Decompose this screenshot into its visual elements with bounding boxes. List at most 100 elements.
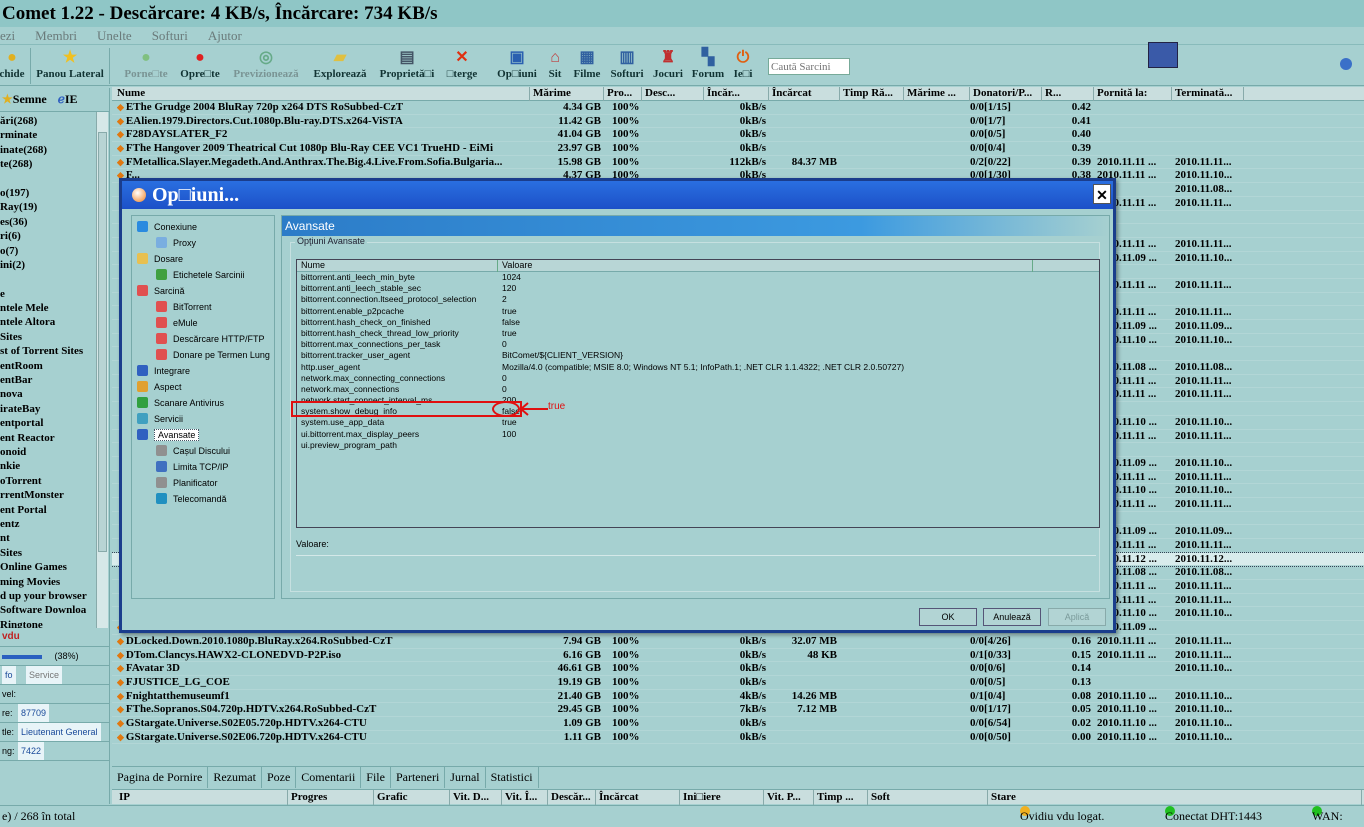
table-row[interactable]: FJUSTICE_LG_COE 19.19 GB 100% 0kB/s 0/0[0/5]… bbox=[112, 676, 1364, 690]
movies-button[interactable]: ▦ Filme bbox=[570, 48, 604, 84]
bottom-tab[interactable]: Parteneri bbox=[391, 767, 446, 788]
ok-button[interactable]: OK bbox=[919, 608, 977, 626]
tree-item[interactable]: Aspect bbox=[132, 379, 274, 395]
value-field[interactable] bbox=[296, 555, 1096, 556]
column-header[interactable]: R... bbox=[1042, 87, 1094, 101]
sidebar-item[interactable]: o(197) bbox=[0, 186, 109, 200]
stop-button[interactable]: ● Opre□te bbox=[176, 48, 224, 84]
setting-row[interactable]: system.use_app_data true bbox=[297, 417, 1099, 428]
sidebar-item[interactable]: rminate bbox=[0, 128, 109, 142]
sidebar-item[interactable]: entBar bbox=[0, 373, 109, 387]
tree-item[interactable]: Conexiune bbox=[132, 219, 274, 235]
setting-row[interactable]: bittorrent.anti_leech_stable_sec 120 bbox=[297, 283, 1099, 294]
tree-item[interactable]: Telecomandă bbox=[132, 491, 274, 507]
sidebar-item[interactable]: ări(268) bbox=[0, 114, 109, 128]
table-row[interactable]: F28DAYSLATER_F2 41.04 GB 100% 0kB/s 0/0[0/5]… bbox=[112, 128, 1364, 143]
tree-item[interactable]: Avansate bbox=[132, 427, 274, 443]
column-header[interactable]: Mărime ... bbox=[904, 87, 970, 101]
peer-column-header[interactable]: IP bbox=[116, 790, 288, 805]
column-header[interactable]: Timp Ră... bbox=[840, 87, 904, 101]
sidebar-item[interactable]: es(36) bbox=[0, 215, 109, 229]
setting-row[interactable]: network.max_connections 0 bbox=[297, 384, 1099, 395]
setting-row[interactable]: ui.preview_program_path bbox=[297, 440, 1099, 451]
column-header[interactable]: Mărime bbox=[530, 87, 604, 101]
setting-row[interactable]: bittorrent.hash_check_thread_low_priorit… bbox=[297, 328, 1099, 339]
setting-row[interactable]: bittorrent.hash_check_on_finished false bbox=[297, 317, 1099, 328]
peer-column-header[interactable]: Soft bbox=[868, 790, 988, 805]
search-input[interactable] bbox=[768, 58, 850, 75]
tree-item[interactable]: eMule bbox=[132, 315, 274, 331]
options-button[interactable]: ▣ Op□iuni bbox=[494, 48, 540, 84]
sidebar-item[interactable]: Software Downloa bbox=[0, 603, 109, 617]
bottom-tab[interactable]: Comentarii bbox=[296, 767, 362, 788]
tree-item[interactable]: Donare pe Termen Lung bbox=[132, 347, 274, 363]
tree-item[interactable]: Descărcare HTTP/FTP bbox=[132, 331, 274, 347]
column-header[interactable]: Donatori/P... bbox=[970, 87, 1042, 101]
tree-item[interactable]: Proxy bbox=[132, 235, 274, 251]
menu-item[interactable]: Softuri bbox=[152, 28, 188, 43]
sidebar-item[interactable]: ntele Altora bbox=[0, 315, 109, 329]
setting-row[interactable]: ui.bittorrent.max_display_peers 100 bbox=[297, 429, 1099, 440]
column-header[interactable]: Desc... bbox=[642, 87, 704, 101]
sidebar-item[interactable]: Online Games bbox=[0, 560, 109, 574]
sidebar-toggle-button[interactable]: ★ Panou Lateral bbox=[30, 48, 110, 84]
menu-item[interactable]: Membri bbox=[35, 28, 77, 43]
table-row[interactable]: EAlien.1979.Directors.Cut.1080p.Blu-ray.… bbox=[112, 115, 1364, 129]
cancel-button[interactable]: Anulează bbox=[983, 608, 1041, 626]
peer-column-header[interactable]: Vit. D... bbox=[450, 790, 502, 805]
sidebar-item[interactable] bbox=[0, 272, 109, 286]
peer-column-header[interactable]: Timp ... bbox=[814, 790, 868, 805]
globe-icon[interactable] bbox=[1340, 58, 1352, 70]
peer-column-header[interactable]: Vit. P... bbox=[764, 790, 814, 805]
sidebar-item[interactable]: ntele Mele bbox=[0, 301, 109, 315]
menu-item[interactable]: Unelte bbox=[97, 28, 132, 43]
bottom-tab[interactable]: Poze bbox=[262, 767, 297, 788]
tree-item[interactable]: Etichetele Sarcinii bbox=[132, 267, 274, 283]
explore-button[interactable]: ▰ Explorează bbox=[310, 48, 370, 84]
software-button[interactable]: ▥ Softuri bbox=[608, 48, 646, 84]
sidebar-item[interactable]: ent Portal bbox=[0, 503, 109, 517]
bookmarks-tab[interactable]: ★Semne bbox=[2, 92, 47, 106]
col-value[interactable]: Valoare bbox=[498, 260, 1033, 272]
sidebar-item[interactable]: nt bbox=[0, 531, 109, 545]
bottom-tab[interactable]: Rezumat bbox=[208, 767, 262, 788]
peer-column-header[interactable]: Stare bbox=[988, 790, 1362, 805]
sidebar-item[interactable]: inate(268) bbox=[0, 143, 109, 157]
setting-row[interactable]: bittorrent.enable_p2pcache true bbox=[297, 306, 1099, 317]
sidebar-item[interactable]: ri(6) bbox=[0, 229, 109, 243]
peer-column-header[interactable]: Progres bbox=[288, 790, 374, 805]
tree-item[interactable]: Cașul Discului bbox=[132, 443, 274, 459]
sidebar-item[interactable]: entRoom bbox=[0, 359, 109, 373]
peer-column-header[interactable]: Vit. Î... bbox=[502, 790, 548, 805]
bottom-tab[interactable]: Jurnal bbox=[445, 767, 486, 788]
sidebar-scrollbar[interactable] bbox=[96, 112, 108, 642]
table-row[interactable]: DTom.Clancys.HAWX2-CLONEDVD-P2P.iso 6.16 … bbox=[112, 649, 1364, 663]
sidebar-item[interactable]: ming Movies bbox=[0, 575, 109, 589]
setting-row[interactable]: bittorrent.tracker_user_agent BitComet/${… bbox=[297, 350, 1099, 361]
sidebar-item[interactable]: ent Reactor bbox=[0, 431, 109, 445]
setting-row[interactable]: http.user_agent Mozilla/4.0 (compatible; … bbox=[297, 362, 1099, 373]
info-button[interactable]: fo bbox=[2, 666, 16, 684]
sidebar-item[interactable]: onoid bbox=[0, 445, 109, 459]
table-row[interactable]: EThe Grudge 2004 BluRay 720p x264 DTS Ro… bbox=[112, 101, 1364, 115]
site-button[interactable]: ⌂ Sit bbox=[544, 48, 566, 84]
sidebar-item[interactable]: Sites bbox=[0, 546, 109, 560]
tree-item[interactable]: Scanare Antivirus bbox=[132, 395, 274, 411]
sidebar-item[interactable]: nova bbox=[0, 387, 109, 401]
forum-button[interactable]: ▚ Forum bbox=[690, 48, 726, 84]
column-header[interactable]: Pornită la: bbox=[1094, 87, 1172, 101]
bottom-tab[interactable]: Pagina de Pornire bbox=[112, 767, 209, 788]
close-icon[interactable]: ✕ bbox=[1093, 184, 1111, 204]
bottom-tab[interactable]: Statistici bbox=[486, 767, 539, 788]
column-header[interactable]: Pro... bbox=[604, 87, 642, 101]
sidebar-item[interactable]: rrentMonster bbox=[0, 488, 109, 502]
tree-item[interactable]: Integrare bbox=[132, 363, 274, 379]
sidebar-item[interactable]: o(7) bbox=[0, 244, 109, 258]
table-row[interactable]: GStargate.Universe.S02E05.720p.HDTV.x264… bbox=[112, 717, 1364, 731]
column-header[interactable]: Terminată... bbox=[1172, 87, 1244, 101]
service-button[interactable]: Service bbox=[26, 666, 63, 684]
peer-column-header[interactable]: Descăr... bbox=[548, 790, 596, 805]
tree-item[interactable]: Servicii bbox=[132, 411, 274, 427]
sidebar-item[interactable]: ini(2) bbox=[0, 258, 109, 272]
sidebar-item[interactable]: e bbox=[0, 287, 109, 301]
